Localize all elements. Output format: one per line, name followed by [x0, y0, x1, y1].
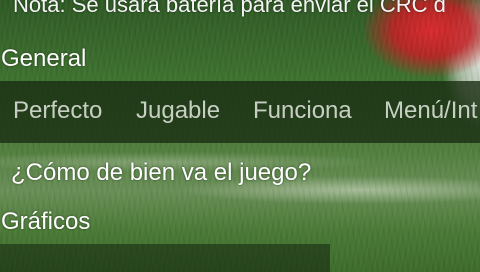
graphics-choice-row[interactable] — [0, 244, 330, 272]
section-header-graphics: Gráficos — [1, 208, 91, 235]
choice-perfect-button[interactable]: Perfecto — [13, 97, 102, 125]
section-header-general: General — [1, 45, 87, 72]
choice-menu-intro-button[interactable]: Menú/Int — [384, 97, 477, 125]
choice-playable-button[interactable]: Jugable — [136, 97, 220, 125]
choice-works-button[interactable]: Funciona — [253, 97, 352, 125]
battery-crc-notice: Nota: Se usará batería para enviar el CR… — [13, 0, 446, 17]
report-feedback-screen: Nota: Se usará batería para enviar el CR… — [0, 0, 480, 272]
game-status-choice-bar: Perfecto Jugable Funciona Menú/Int — [0, 81, 480, 143]
how-well-game-runs-question: ¿Cómo de bien va el juego? — [11, 159, 312, 186]
